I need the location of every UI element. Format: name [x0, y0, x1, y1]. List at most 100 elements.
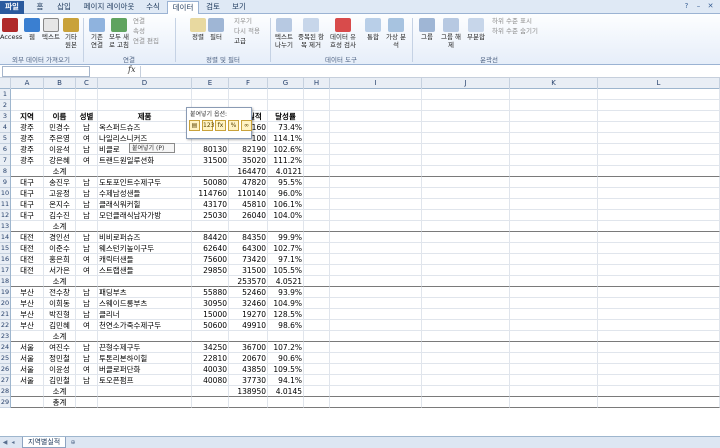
cell[interactable]	[422, 232, 510, 243]
cell[interactable]: 트랜드원일루션화	[98, 155, 192, 166]
cell[interactable]	[98, 386, 192, 397]
cell[interactable]	[510, 199, 598, 210]
paste-formulas-icon[interactable]: fx	[215, 120, 226, 131]
cell[interactable]	[304, 199, 330, 210]
tab-file[interactable]: 파일	[0, 1, 24, 14]
cell[interactable]: 32460	[229, 298, 268, 309]
cell[interactable]: 패딩부츠	[98, 287, 192, 298]
cell[interactable]	[330, 364, 422, 375]
cell[interactable]: 29850	[192, 265, 229, 276]
cell[interactable]: 90.6%	[268, 353, 304, 364]
text-to-columns-button[interactable]: 텍스트 나누기	[274, 18, 294, 49]
cell[interactable]	[304, 386, 330, 397]
row-header[interactable]: 29	[0, 397, 10, 408]
cell[interactable]	[422, 276, 510, 287]
row-header[interactable]: 5	[0, 133, 10, 144]
cell[interactable]	[598, 133, 720, 144]
cell[interactable]	[422, 298, 510, 309]
cell[interactable]	[510, 166, 598, 177]
cell[interactable]: 98.6%	[268, 320, 304, 331]
cell[interactable]	[510, 320, 598, 331]
insert-sheet-icon[interactable]: ⊕	[70, 438, 76, 447]
cell[interactable]	[422, 375, 510, 386]
cell[interactable]: 4.0521	[268, 276, 304, 287]
cell[interactable]	[304, 100, 330, 111]
cell[interactable]: 93.9%	[268, 287, 304, 298]
cell[interactable]: 소계	[44, 221, 76, 232]
cell[interactable]	[510, 243, 598, 254]
cell[interactable]	[598, 232, 720, 243]
cell[interactable]: 43850	[229, 364, 268, 375]
cell[interactable]	[304, 243, 330, 254]
cell[interactable]: 여	[76, 265, 98, 276]
cell[interactable]	[330, 155, 422, 166]
cell[interactable]	[598, 331, 720, 342]
ungroup-button[interactable]: 그룹 해제	[440, 18, 462, 49]
cell[interactable]	[598, 397, 720, 408]
row-header[interactable]: 8	[0, 166, 10, 177]
cell[interactable]: 이윤석	[44, 144, 76, 155]
cell[interactable]	[598, 122, 720, 133]
cell[interactable]	[598, 188, 720, 199]
cell[interactable]: 102.6%	[268, 144, 304, 155]
cell[interactable]	[304, 188, 330, 199]
cell[interactable]: 50080	[192, 177, 229, 188]
cell[interactable]	[422, 188, 510, 199]
cell[interactable]	[510, 177, 598, 188]
cell[interactable]	[598, 111, 720, 122]
cell[interactable]	[330, 298, 422, 309]
cell[interactable]	[330, 287, 422, 298]
cell[interactable]	[330, 210, 422, 221]
web-button[interactable]: 웹	[24, 18, 40, 41]
col-header-b[interactable]: B	[44, 78, 76, 89]
cell[interactable]: 여	[76, 320, 98, 331]
cell[interactable]	[44, 100, 76, 111]
cell[interactable]: 102.7%	[268, 243, 304, 254]
cell[interactable]	[598, 243, 720, 254]
remove-duplicates-button[interactable]: 중복된 항목 제거	[298, 18, 324, 49]
cell[interactable]	[422, 221, 510, 232]
clear-filter-link[interactable]: 지우기	[234, 17, 252, 26]
cell[interactable]	[510, 298, 598, 309]
cell[interactable]	[330, 397, 422, 408]
cell[interactable]	[304, 320, 330, 331]
cell[interactable]	[422, 386, 510, 397]
refresh-all-button[interactable]: 모두 새로 고침	[108, 18, 130, 49]
cell[interactable]	[510, 375, 598, 386]
cell[interactable]	[510, 254, 598, 265]
cell[interactable]	[192, 166, 229, 177]
row-header[interactable]: 17	[0, 265, 10, 276]
cell[interactable]: 남	[76, 188, 98, 199]
cell[interactable]	[76, 331, 98, 342]
cell[interactable]	[330, 144, 422, 155]
cell-grid[interactable]: 지역이름성별제품달성률판매계획판매실적광주민경수남옥스퍼드슈즈16073.4%광…	[11, 89, 720, 408]
row-header[interactable]: 12	[0, 210, 10, 221]
cell[interactable]	[304, 221, 330, 232]
cell[interactable]	[330, 111, 422, 122]
formula-input[interactable]	[140, 66, 718, 77]
cell[interactable]	[510, 342, 598, 353]
cell[interactable]: 여	[76, 364, 98, 375]
cell[interactable]	[510, 111, 598, 122]
tab-data[interactable]: 데이터	[167, 1, 199, 14]
cell[interactable]	[598, 100, 720, 111]
cell[interactable]	[192, 276, 229, 287]
cell[interactable]: 서울	[11, 342, 44, 353]
cell[interactable]: 스트랩샌들	[98, 265, 192, 276]
paste-link-icon[interactable]: ∞	[241, 120, 252, 131]
group-button[interactable]: 그룹	[418, 18, 436, 41]
cell[interactable]: 남	[76, 232, 98, 243]
row-header[interactable]: 3	[0, 111, 10, 122]
row-header[interactable]: 24	[0, 342, 10, 353]
cell[interactable]	[304, 331, 330, 342]
row-header[interactable]: 10	[0, 188, 10, 199]
cell[interactable]	[330, 309, 422, 320]
help-icon[interactable]: ?	[682, 2, 691, 11]
cell[interactable]	[98, 276, 192, 287]
cell[interactable]	[330, 232, 422, 243]
row-header[interactable]: 11	[0, 199, 10, 210]
cell[interactable]: 남	[76, 375, 98, 386]
cell[interactable]	[330, 265, 422, 276]
row-header[interactable]: 20	[0, 298, 10, 309]
cell[interactable]	[422, 364, 510, 375]
